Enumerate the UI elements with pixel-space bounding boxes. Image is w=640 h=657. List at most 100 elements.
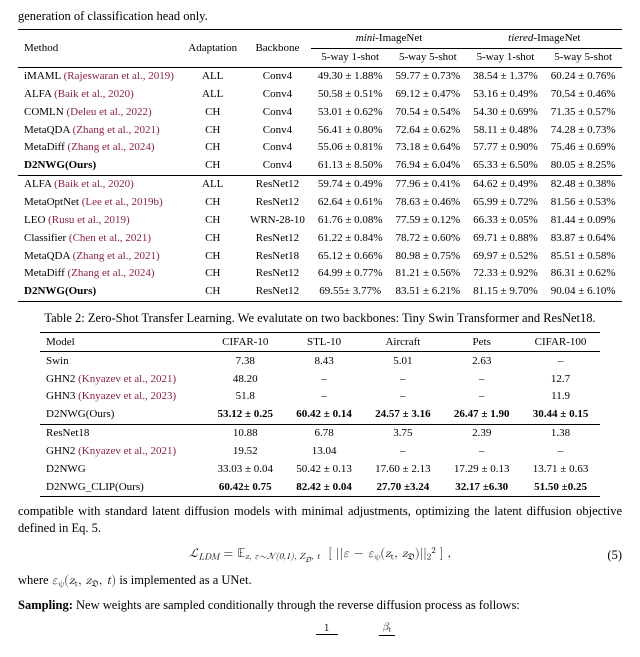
table-cell: 81.44 ± 0.09% [544, 211, 622, 229]
table-cell: 59.74 ± 0.49% [311, 175, 389, 193]
table-cell: 69.55± 3.77% [311, 283, 389, 301]
table-cell-method: MetaQDA (Zhang et al., 2021) [18, 121, 182, 139]
table-cell-method: iMAML (Rajeswaran et al., 2019) [18, 67, 182, 85]
table-cell: 10.88 [206, 424, 285, 442]
t1-sub-c2: 5-way 5-shot [389, 48, 467, 67]
table-cell: 57.77 ± 0.90% [467, 139, 545, 157]
table-cell: 69.12 ± 0.47% [389, 85, 467, 103]
table-cell: CH [182, 139, 244, 157]
table-cell: 53.16 ± 0.49% [467, 85, 545, 103]
table-cell: 75.46 ± 0.69% [544, 139, 622, 157]
table-cell: 90.04 ± 6.10% [544, 283, 622, 301]
table-cell: 33.03 ± 0.04 [206, 460, 285, 478]
table-cell: 56.41 ± 0.80% [311, 121, 389, 139]
table-cell: 19.52 [206, 442, 285, 460]
table-cell: 81.15 ± 9.70% [467, 283, 545, 301]
table-cell: CH [182, 193, 244, 211]
table-cell: – [285, 370, 364, 388]
unet-pre: where [18, 573, 52, 587]
table-cell-method: Classifier (Chen et al., 2021) [18, 229, 182, 247]
table-cell: Conv4 [244, 67, 312, 85]
t2-head-0: Model [40, 333, 206, 352]
table-cell: 65.33 ± 6.50% [467, 157, 545, 175]
equation-6-partial: xxxxxxxxxx 1√α βt.. [18, 622, 622, 647]
table-cell: 78.63 ± 0.46% [389, 193, 467, 211]
body-fragment-top: generation of classification head only. [18, 8, 622, 25]
table-cell: 69.97 ± 0.52% [467, 247, 545, 265]
table-cell-method: ALFA (Baik et al., 2020) [18, 175, 182, 193]
table-2-caption: Table 2: Zero-Shot Transfer Learning. We… [40, 310, 600, 327]
table-cell: CH [182, 283, 244, 301]
table-cell: – [521, 352, 600, 370]
table-cell: 54.30 ± 0.69% [467, 103, 545, 121]
table-cell: ALL [182, 67, 244, 85]
table-cell: 64.99 ± 0.77% [311, 265, 389, 283]
table-cell: ResNet12 [244, 229, 312, 247]
table-cell: 66.33 ± 0.05% [467, 211, 545, 229]
table-cell: CH [182, 157, 244, 175]
table-cell: 2.39 [442, 424, 521, 442]
table-cell: Conv4 [244, 157, 312, 175]
table-cell-method: MetaDiff (Zhang et al., 2024) [18, 265, 182, 283]
t2-head-3: Aircraft [363, 333, 442, 352]
t1-sub-c1: 5-way 1-shot [311, 48, 389, 67]
table-cell: CH [182, 211, 244, 229]
table-cell: 53.01 ± 0.62% [311, 103, 389, 121]
sampling-line: Sampling: New weights are sampled condit… [18, 597, 622, 614]
table-cell: ALL [182, 85, 244, 103]
table-cell-model: D2NWG(Ours) [40, 406, 206, 424]
table-cell: 72.64 ± 0.62% [389, 121, 467, 139]
table-cell: 6.78 [285, 424, 364, 442]
t2-head-4: Pets [442, 333, 521, 352]
table-cell: Conv4 [244, 85, 312, 103]
table-cell: 55.06 ± 0.81% [311, 139, 389, 157]
table-cell-method: D2NWG(Ours) [18, 157, 182, 175]
table-cell-model: Swin [40, 352, 206, 370]
table-cell: 85.51 ± 0.58% [544, 247, 622, 265]
t2-head-2: STL-10 [285, 333, 364, 352]
table-cell: 60.42± 0.75 [206, 478, 285, 496]
table-cell: 11.9 [521, 388, 600, 406]
table-cell-method: ALFA (Baik et al., 2020) [18, 85, 182, 103]
table-cell: Conv4 [244, 139, 312, 157]
table-cell: 83.51 ± 6.21% [389, 283, 467, 301]
table-cell-model: GHN3 (Knyazev et al., 2023) [40, 388, 206, 406]
table-cell: – [442, 370, 521, 388]
equation-5-number: (5) [607, 547, 622, 564]
table-cell: 73.18 ± 0.64% [389, 139, 467, 157]
equation-5: ℒLDM = 𝔼z, ε∼𝒩(0,1), Z𝔇, t [ ||ε − εψ(zt… [18, 545, 622, 566]
table-cell: 58.11 ± 0.48% [467, 121, 545, 139]
t1-head-backbone: Backbone [244, 29, 312, 67]
table-cell: 59.77 ± 0.73% [389, 67, 467, 85]
table-cell: 80.05 ± 8.25% [544, 157, 622, 175]
table-cell: 70.54 ± 0.46% [544, 85, 622, 103]
table-cell: 69.71 ± 0.88% [467, 229, 545, 247]
table-cell: 65.99 ± 0.72% [467, 193, 545, 211]
table-cell: 71.35 ± 0.57% [544, 103, 622, 121]
t1-sub-c4: 5-way 5-shot [544, 48, 622, 67]
t1-head-mini: mini-mini-ImageNetImageNet [311, 29, 466, 48]
table-cell: CH [182, 103, 244, 121]
t2-head-5: CIFAR-100 [521, 333, 600, 352]
table-cell-method: COMLN (Deleu et al., 2022) [18, 103, 182, 121]
table-cell: 78.72 ± 0.60% [389, 229, 467, 247]
table-cell: 62.64 ± 0.61% [311, 193, 389, 211]
table-cell: ALL [182, 175, 244, 193]
table-cell-model: D2NWG [40, 460, 206, 478]
table-cell: 50.58 ± 0.51% [311, 85, 389, 103]
table-cell: 2.63 [442, 352, 521, 370]
table-cell: 82.48 ± 0.38% [544, 175, 622, 193]
table-cell: ResNet18 [244, 247, 312, 265]
table-cell-model: GHN2 (Knyazev et al., 2021) [40, 370, 206, 388]
table-cell: 81.56 ± 0.53% [544, 193, 622, 211]
table-cell: 72.33 ± 0.92% [467, 265, 545, 283]
table-cell: 38.54 ± 1.37% [467, 67, 545, 85]
table-cell: CH [182, 265, 244, 283]
t1-sub-c3: 5-way 1-shot [467, 48, 545, 67]
unet-post: is implemented as a UNet. [116, 573, 251, 587]
t1-head-method: Method [18, 29, 182, 67]
table-cell: ResNet12 [244, 283, 312, 301]
table-cell: 24.57 ± 3.16 [363, 406, 442, 424]
sampling-text: New weights are sampled conditionally th… [73, 598, 520, 612]
table-cell-model: ResNet18 [40, 424, 206, 442]
